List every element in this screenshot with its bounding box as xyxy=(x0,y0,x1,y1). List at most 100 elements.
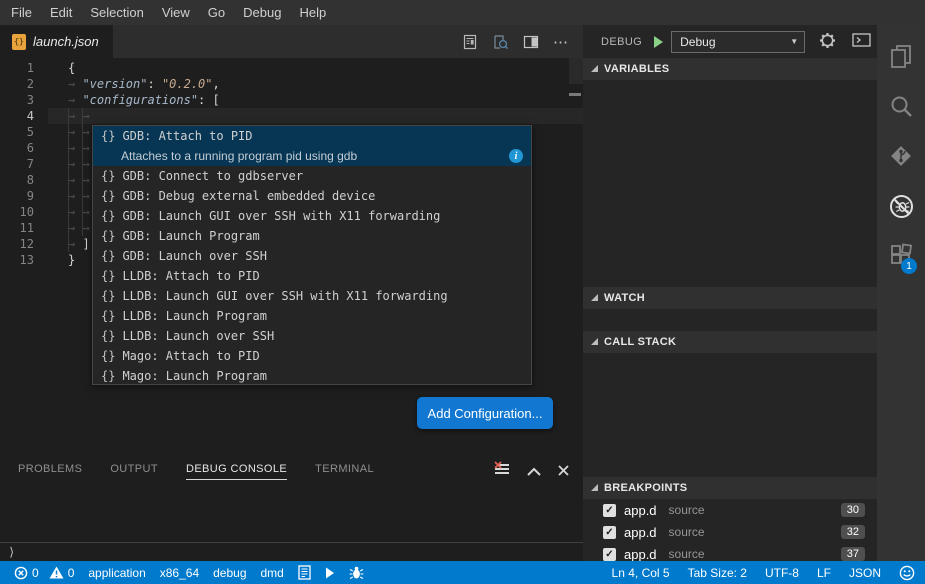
snippet-icon: {} xyxy=(101,189,115,203)
add-configuration-button[interactable]: Add Configuration... xyxy=(417,397,553,429)
tab-launch-json[interactable]: {} launch.json xyxy=(0,25,113,58)
suggest-item-label: LLDB: Launch Program xyxy=(122,309,267,323)
suggest-item-label: Mago: Attach to PID xyxy=(122,349,259,363)
breakpoint-row[interactable]: ✓app.dsource37 xyxy=(583,543,877,561)
suggest-item[interactable]: {}LLDB: Launch GUI over SSH with X11 for… xyxy=(93,286,531,306)
language-mode[interactable]: JSON xyxy=(849,566,881,580)
maximize-panel-icon[interactable] xyxy=(527,464,541,479)
errors-warnings-indicator[interactable]: 0 0 xyxy=(14,566,74,580)
breakpoint-checkbox[interactable]: ✓ xyxy=(603,526,616,539)
code-editor[interactable]: 1{2→ "version": "0.2.0",3→ "configuratio… xyxy=(0,58,583,455)
status-item-application[interactable]: application xyxy=(88,566,145,580)
section-watch[interactable]: WATCH xyxy=(583,287,877,309)
line-number: 7 xyxy=(0,156,48,172)
breakpoint-row[interactable]: ✓app.dsource32 xyxy=(583,521,877,543)
debug-configuration-select[interactable]: Debug ▼ xyxy=(671,31,805,53)
run-icon[interactable] xyxy=(325,567,335,579)
menu-item-edit[interactable]: Edit xyxy=(41,5,81,20)
warning-icon xyxy=(49,566,64,579)
search-in-file-icon[interactable] xyxy=(492,34,509,50)
debug-icon[interactable] xyxy=(877,181,925,231)
breakpoint-checkbox[interactable]: ✓ xyxy=(603,504,616,517)
error-icon xyxy=(14,566,28,580)
suggest-item[interactable]: {}Mago: Attach to PID xyxy=(93,346,531,366)
explorer-icon[interactable] xyxy=(877,31,925,81)
suggest-item-label: Mago: Launch Program xyxy=(122,369,267,383)
line-number: 12 xyxy=(0,236,48,252)
menu-item-go[interactable]: Go xyxy=(199,5,234,20)
suggest-item[interactable]: {} GDB: Debug external embedded device xyxy=(93,186,531,206)
eol-sequence[interactable]: LF xyxy=(817,566,831,580)
search-icon[interactable] xyxy=(877,81,925,131)
debug-console-input[interactable]: ⟩ xyxy=(0,542,583,561)
open-preview-icon[interactable] xyxy=(462,34,478,50)
line-content: → → xyxy=(48,204,97,220)
panel-tab-output[interactable]: OUTPUT xyxy=(110,463,158,479)
status-item-x86_64[interactable]: x86_64 xyxy=(160,566,199,580)
indentation[interactable]: Tab Size: 2 xyxy=(688,566,747,580)
suggest-item[interactable]: {}GDB: Launch Program xyxy=(93,226,531,246)
suggest-item[interactable]: {}GDB: Connect to gdbserver xyxy=(93,166,531,186)
line-number: 3 xyxy=(0,92,48,108)
panel-tab-problems[interactable]: PROBLEMS xyxy=(18,463,82,479)
json-file-icon: {} xyxy=(12,34,26,50)
line-content: → → xyxy=(48,124,97,140)
split-editor-icon[interactable] xyxy=(523,34,539,50)
menu-item-view[interactable]: View xyxy=(153,5,199,20)
docs-icon[interactable] xyxy=(298,565,311,580)
editor-line[interactable]: 1{ xyxy=(0,60,583,76)
close-panel-icon[interactable] xyxy=(558,464,569,479)
encoding[interactable]: UTF-8 xyxy=(765,566,799,580)
info-icon[interactable]: i xyxy=(509,149,523,163)
suggest-item[interactable]: {}LLDB: Launch Program xyxy=(93,306,531,326)
vscode-window: FileEditSelectionViewGoDebugHelp {} laun… xyxy=(0,0,925,584)
menu-item-file[interactable]: File xyxy=(2,5,41,20)
status-item-dmd[interactable]: dmd xyxy=(261,566,284,580)
editor-line[interactable]: 2→ "version": "0.2.0", xyxy=(0,76,583,92)
suggest-item[interactable]: {}LLDB: Launch over SSH xyxy=(93,326,531,346)
panel-tab-debug-console[interactable]: DEBUG CONSOLE xyxy=(186,463,287,480)
menu-item-selection[interactable]: Selection xyxy=(81,5,152,20)
snippet-icon: {} xyxy=(101,369,115,383)
start-debug-button[interactable] xyxy=(652,35,665,49)
suggest-widget: {}GDB: Attach to PIDAttaches to a runnin… xyxy=(92,125,532,385)
status-item-debug[interactable]: debug xyxy=(213,566,246,580)
snippet-icon: {} xyxy=(101,229,115,243)
tab-bar: {} launch.json ⋯ xyxy=(0,25,583,58)
editor-line[interactable]: 4→ → xyxy=(0,108,583,124)
line-content: → "version": "0.2.0", xyxy=(48,76,220,92)
suggest-item[interactable]: {}GDB: Attach to PID xyxy=(93,126,531,146)
breakpoint-line-badge: 32 xyxy=(841,525,865,539)
cursor-position[interactable]: Ln 4, Col 5 xyxy=(612,566,670,580)
suggest-item[interactable]: {}GDB: Launch over SSH xyxy=(93,246,531,266)
extensions-icon[interactable]: 1 xyxy=(877,231,925,281)
section-call-stack[interactable]: CALL STACK xyxy=(583,331,877,353)
clear-console-icon[interactable] xyxy=(494,462,510,480)
line-content: → "configurations": [ xyxy=(48,92,220,108)
menu-item-help[interactable]: Help xyxy=(290,5,335,20)
feedback-smiley-icon[interactable] xyxy=(899,565,915,581)
section-breakpoints[interactable]: BREAKPOINTS xyxy=(583,477,877,499)
suggest-item[interactable]: {}GDB: Launch GUI over SSH with X11 forw… xyxy=(93,206,531,226)
configure-gear-icon[interactable] xyxy=(819,32,836,52)
editor-line[interactable]: 3→ "configurations": [ xyxy=(0,92,583,108)
suggest-item[interactable]: {} Mago: Launch Program xyxy=(93,366,531,385)
suggest-item[interactable]: {}LLDB: Attach to PID xyxy=(93,266,531,286)
menu-bar: FileEditSelectionViewGoDebugHelp xyxy=(0,0,925,25)
breakpoint-row[interactable]: ✓app.dsource30 xyxy=(583,499,877,521)
menu-item-debug[interactable]: Debug xyxy=(234,5,290,20)
toggle-debug-console-icon[interactable] xyxy=(852,33,871,50)
scrollbar[interactable] xyxy=(569,58,583,84)
source-control-icon[interactable] xyxy=(877,131,925,181)
breakpoint-checkbox[interactable]: ✓ xyxy=(603,548,616,561)
suggest-item-label: GDB: Launch GUI over SSH with X11 forwar… xyxy=(122,209,440,223)
breakpoint-type: source xyxy=(669,525,705,539)
panel-tab-terminal[interactable]: TERMINAL xyxy=(315,463,374,479)
breakpoint-line-badge: 30 xyxy=(841,503,865,517)
bug-icon[interactable] xyxy=(349,566,364,580)
suggest-item-label: GDB: Connect to gdbserver xyxy=(122,169,303,183)
line-content: → → xyxy=(48,188,97,204)
section-variables[interactable]: VARIABLES xyxy=(583,58,877,80)
suggest-item-label: GDB: Debug external embedded device xyxy=(122,189,375,203)
more-actions-icon[interactable]: ⋯ xyxy=(553,33,569,51)
